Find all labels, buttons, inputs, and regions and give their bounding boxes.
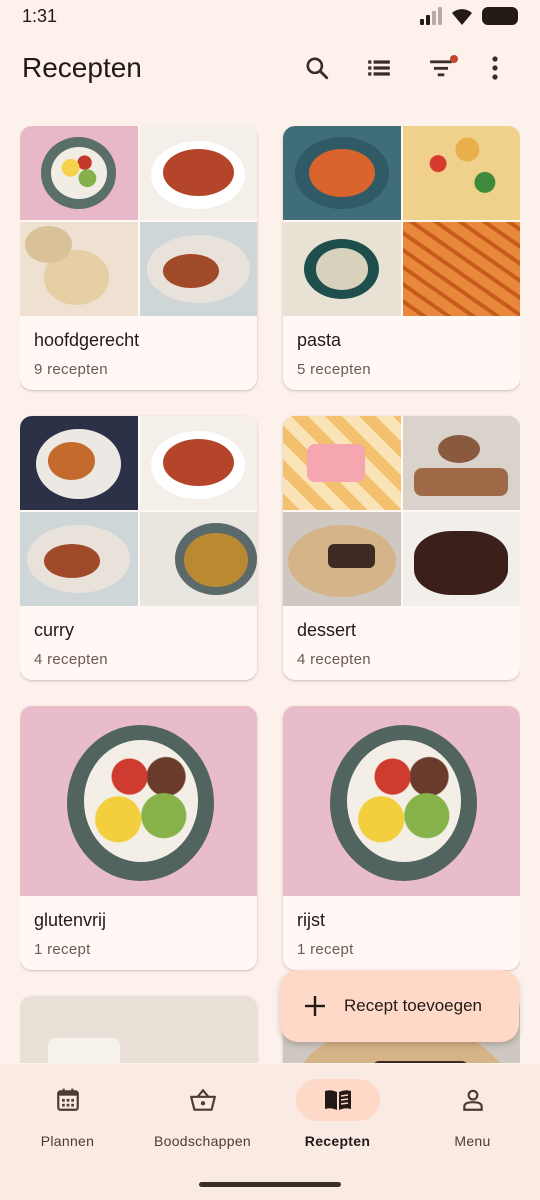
basket-icon — [189, 1088, 216, 1111]
page-title: Recepten — [22, 52, 142, 83]
filter-active-badge — [450, 55, 458, 63]
card-photo — [402, 222, 520, 316]
top-app-bar: Recepten — [0, 40, 540, 96]
card-photo — [20, 222, 138, 316]
card-body: dessert 4 recepten — [283, 606, 520, 680]
list-icon — [368, 60, 390, 76]
card-photo — [283, 222, 401, 316]
more-options-button[interactable] — [472, 44, 518, 92]
app-bar-actions — [286, 44, 518, 92]
card-photo — [20, 996, 257, 1063]
card-photo — [139, 126, 257, 220]
book-icon — [324, 1090, 351, 1110]
category-name: rijst — [297, 910, 325, 930]
card-photo — [20, 706, 257, 896]
search-button[interactable] — [286, 44, 348, 92]
filter-button[interactable] — [410, 44, 472, 92]
category-card-pasta[interactable]: pasta 5 recepten — [283, 126, 520, 390]
wifi-icon — [452, 9, 472, 25]
card-photo-collage — [20, 416, 257, 606]
category-name: curry — [34, 620, 74, 640]
card-photo — [283, 512, 401, 606]
card-body: pasta 5 recepten — [283, 316, 520, 390]
category-name: glutenvrij — [34, 910, 107, 930]
nav-indicator — [431, 1079, 515, 1121]
card-body: hoofdgerecht 9 recepten — [20, 316, 257, 390]
category-name: dessert — [297, 620, 357, 640]
status-bar: 1:31 — [0, 0, 540, 32]
card-photo-collage — [283, 126, 520, 316]
recipe-count: 5 recepten — [297, 361, 371, 378]
category-card-hoofdgerecht[interactable]: hoofdgerecht 9 recepten — [20, 126, 257, 390]
calendar-icon — [56, 1088, 79, 1111]
plus-icon — [305, 996, 325, 1016]
nav-label: Boodschappen — [153, 1133, 251, 1149]
battery-icon — [482, 7, 518, 25]
nav-indicator — [161, 1079, 245, 1121]
card-photo — [402, 416, 520, 510]
card-photo — [402, 512, 520, 606]
nav-item-plannen[interactable]: Plannen — [0, 1079, 135, 1200]
card-body: curry 4 recepten — [20, 606, 257, 680]
card-photo — [283, 126, 401, 220]
nav-label: Menu — [454, 1133, 491, 1149]
list-view-button[interactable] — [348, 44, 410, 92]
card-photo-collage — [20, 706, 257, 896]
card-photo-collage — [20, 996, 257, 1063]
card-photo-collage — [283, 706, 520, 896]
card-photo — [139, 512, 257, 606]
card-photo-collage — [20, 126, 257, 316]
category-card-rijst[interactable]: rijst 1 recept — [283, 706, 520, 970]
person-icon — [462, 1089, 483, 1111]
category-name: pasta — [297, 330, 342, 350]
card-photo-collage — [283, 416, 520, 606]
category-card-dessert[interactable]: dessert 4 recepten — [283, 416, 520, 680]
card-photo — [20, 126, 138, 220]
gesture-bar — [199, 1182, 341, 1187]
card-photo — [283, 706, 520, 896]
add-recipe-label: Recept toevoegen — [344, 996, 482, 1015]
add-recipe-button[interactable]: Recept toevoegen — [280, 970, 519, 1042]
card-photo — [139, 222, 257, 316]
card-photo — [20, 416, 138, 510]
recipe-count: 1 recept — [297, 941, 354, 958]
status-time: 1:31 — [22, 5, 58, 26]
category-card-curry[interactable]: curry 4 recepten — [20, 416, 257, 680]
card-body: rijst 1 recept — [283, 896, 520, 970]
card-photo — [402, 126, 520, 220]
status-icons — [420, 6, 518, 26]
card-photo — [139, 416, 257, 510]
card-body: glutenvrij 1 recept — [20, 896, 257, 970]
nav-label: Recepten — [304, 1133, 371, 1149]
recipe-count: 4 recepten — [34, 651, 108, 668]
card-photo — [20, 512, 138, 606]
category-name: hoofdgerecht — [34, 330, 140, 350]
category-grid: hoofdgerecht 9 recepten pasta 5 recepten… — [20, 126, 520, 1063]
category-card-partial[interactable] — [20, 996, 257, 1063]
recipe-count: 1 recept — [34, 941, 91, 958]
nav-item-menu[interactable]: Menu — [405, 1079, 540, 1200]
nav-indicator — [26, 1079, 110, 1121]
signal-icon — [420, 7, 442, 25]
recipe-count: 9 recepten — [34, 361, 108, 378]
bottom-navigation: Plannen Boodschappen Recepten Menu — [0, 1064, 540, 1200]
more-vert-icon — [492, 56, 498, 80]
nav-label: Plannen — [40, 1133, 95, 1149]
search-icon — [306, 57, 329, 80]
recipe-count: 4 recepten — [297, 651, 371, 668]
nav-indicator — [295, 1079, 380, 1121]
category-card-glutenvrij[interactable]: glutenvrij 1 recept — [20, 706, 257, 970]
card-photo — [283, 416, 401, 510]
